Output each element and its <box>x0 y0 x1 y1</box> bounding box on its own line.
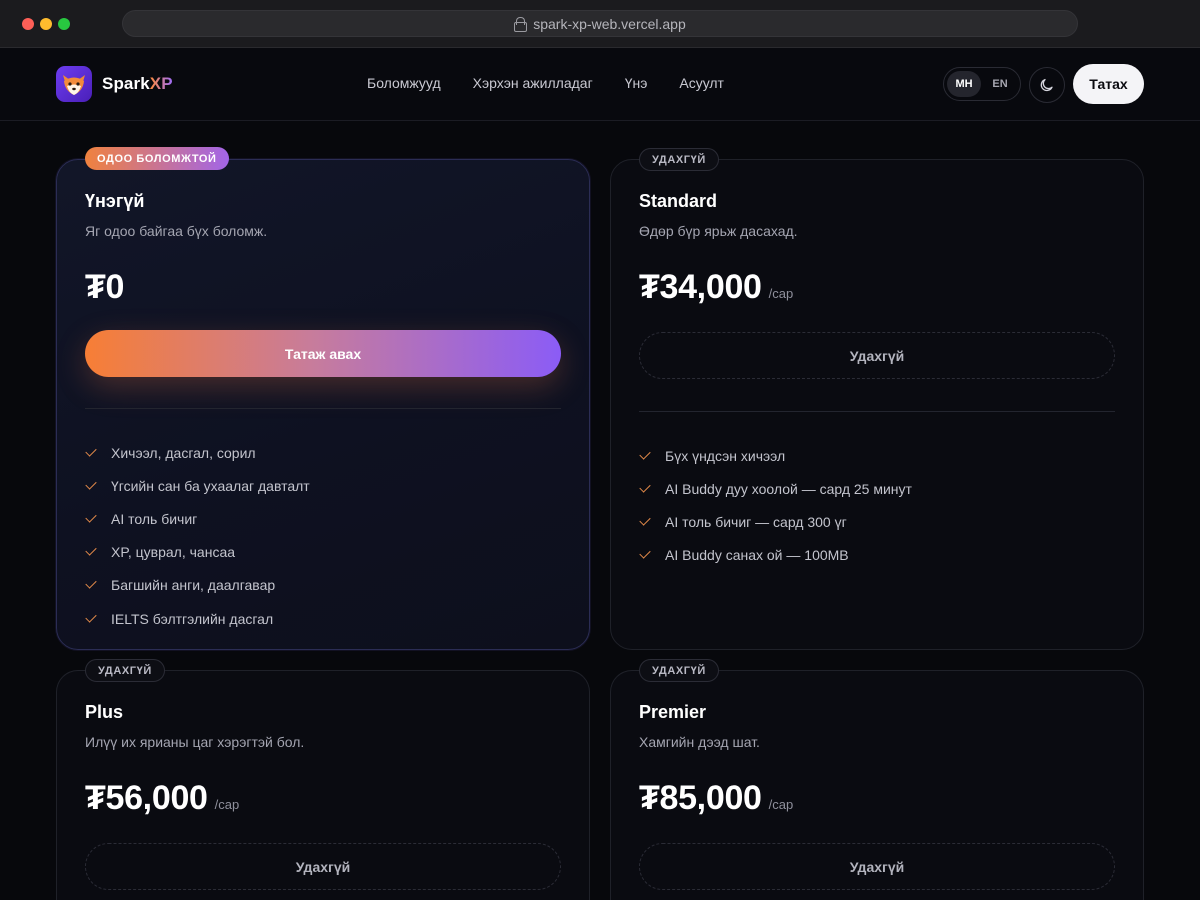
plan-card-free: ОДОО БОЛОМЖТОЙ Үнэгүй Яг одоо байгаа бүх… <box>56 147 590 650</box>
coming-soon-button[interactable]: Удахгүй <box>639 332 1115 379</box>
check-icon <box>639 514 651 526</box>
plan-name: Үнэгүй <box>85 191 145 211</box>
list-item: Үгсийн сан ба ухаалаг давталт <box>85 469 310 502</box>
check-icon <box>85 544 97 556</box>
moon-icon <box>1040 78 1053 92</box>
nav-link-how-it-works[interactable]: Хэрхэн ажилладаг <box>473 75 593 91</box>
download-button[interactable]: Татах <box>1073 64 1144 104</box>
maximize-window-button[interactable] <box>58 18 70 30</box>
url-text: spark-xp-web.vercel.app <box>533 15 686 32</box>
feature-text: AI толь бичиг — сард 300 үг <box>665 513 847 530</box>
site-header: SparkXP Боломжууд Хэрхэн ажилладаг Үнэ А… <box>0 48 1200 121</box>
check-icon <box>639 447 651 460</box>
feature-text: AI Buddy дуу хоолой — сард 25 минут <box>665 480 912 497</box>
list-item: AI Buddy дуу хоолой — сард 25 минут <box>639 472 912 505</box>
list-item: XP, цуврал, чансаа <box>85 536 310 569</box>
nav-link-pricing[interactable]: Үнэ <box>625 75 648 91</box>
status-badge: ОДОО БОЛОМЖТОЙ <box>85 147 229 170</box>
list-item: AI Buddy санах ой — 100MB <box>639 539 912 572</box>
feature-text: Бүх үндсэн хичээл <box>665 447 786 464</box>
divider <box>85 408 561 409</box>
feature-text: IELTS бэлтгэлийн дасгал <box>111 610 274 627</box>
feature-text: XP, цуврал, чансаа <box>111 544 236 561</box>
feature-text: AI толь бичиг <box>111 510 198 527</box>
check-icon <box>85 478 97 490</box>
price-period: /сар <box>768 286 794 301</box>
plan-description: Яг одоо байгаа бүх боломж. <box>85 223 268 239</box>
list-item: Бүх үндсэн хичээл <box>639 439 912 472</box>
feature-text: AI Buddy санах ой — 100MB <box>665 547 849 564</box>
price-period: /сар <box>768 797 794 812</box>
price-amount: ₮0 <box>85 268 125 306</box>
brand-link[interactable]: SparkXP <box>56 66 173 102</box>
check-icon <box>85 577 97 590</box>
check-icon <box>639 481 651 493</box>
list-item: AI толь бичиг — сард 300 үг <box>639 505 912 538</box>
list-item: IELTS бэлтгэлийн дасгал <box>85 602 310 635</box>
divider <box>639 411 1115 412</box>
nav-link-features[interactable]: Боломжууд <box>367 75 441 91</box>
browser-chrome: spark-xp-web.vercel.app <box>0 0 1200 48</box>
list-item: Багшийн анги, даалгавар <box>85 569 310 602</box>
brand-name-accent: XP <box>149 74 173 93</box>
coming-soon-button[interactable]: Удахгүй <box>85 843 561 890</box>
language-switcher: MH EN <box>943 67 1021 101</box>
brand-name-main: Spark <box>102 74 150 93</box>
price-amount: ₮34,000 <box>639 268 762 306</box>
minimize-window-button[interactable] <box>40 18 52 30</box>
theme-toggle-button[interactable] <box>1029 67 1065 103</box>
plan-card-standard: УДАХГҮЙ Standard Өдөр бүр ярьж дасахад. … <box>610 148 1144 650</box>
check-icon <box>639 547 651 559</box>
list-item: Хичээл, дасгал, сорил <box>85 436 310 469</box>
plan-description: Илүү их ярианы цаг хэрэгтэй бол. <box>85 734 305 750</box>
plan-price: ₮85,000 /сар <box>639 779 793 818</box>
check-icon <box>85 610 97 623</box>
check-icon <box>85 511 97 523</box>
feature-text: Багшийн анги, даалгавар <box>111 577 276 594</box>
price-amount: ₮85,000 <box>639 779 762 817</box>
plan-price: ₮0 <box>85 268 131 307</box>
feature-text: Хичээл, дасгал, сорил <box>111 444 256 461</box>
price-period: /сар <box>214 797 240 812</box>
list-item: AI толь бичиг <box>85 502 310 535</box>
main-nav: Боломжууд Хэрхэн ажилладаг Үнэ Асуулт <box>367 75 724 91</box>
coming-soon-button[interactable]: Удахгүй <box>639 843 1115 890</box>
lock-icon <box>514 17 528 32</box>
plan-description: Хамгийн дээд шат. <box>639 734 760 750</box>
feature-list: Бүх үндсэн хичээл AI Buddy дуу хоолой — … <box>639 439 912 572</box>
feature-list: Хичээл, дасгал, сорил Үгсийн сан ба ухаа… <box>85 436 310 635</box>
feature-text: Үгсийн сан ба ухаалаг давталт <box>111 477 310 494</box>
status-badge: УДАХГҮЙ <box>639 148 719 171</box>
plan-name: Premier <box>639 702 707 722</box>
plan-name: Plus <box>85 702 124 722</box>
lang-option-mn[interactable]: MH <box>947 71 981 97</box>
price-amount: ₮56,000 <box>85 779 208 817</box>
status-badge: УДАХГҮЙ <box>85 659 165 682</box>
brand-name: SparkXP <box>102 74 173 94</box>
plan-price: ₮56,000 /сар <box>85 779 239 818</box>
plan-price: ₮34,000 /сар <box>639 268 793 307</box>
nav-link-faq[interactable]: Асуулт <box>679 75 724 91</box>
address-bar[interactable]: spark-xp-web.vercel.app <box>122 10 1078 37</box>
close-window-button[interactable] <box>22 18 34 30</box>
status-badge: УДАХГҮЙ <box>639 659 719 682</box>
plan-description: Өдөр бүр ярьж дасахад. <box>639 223 798 239</box>
plan-name: Standard <box>639 191 718 211</box>
plan-card-plus: УДАХГҮЙ Plus Илүү их ярианы цаг хэрэгтэй… <box>56 659 590 900</box>
lang-option-en[interactable]: EN <box>983 71 1017 97</box>
fox-logo-icon <box>56 66 92 102</box>
plan-card-premier: УДАХГҮЙ Premier Хамгийн дээд шат. ₮85,00… <box>610 659 1144 900</box>
download-now-button[interactable]: Татаж авах <box>85 330 561 377</box>
check-icon <box>85 444 97 457</box>
